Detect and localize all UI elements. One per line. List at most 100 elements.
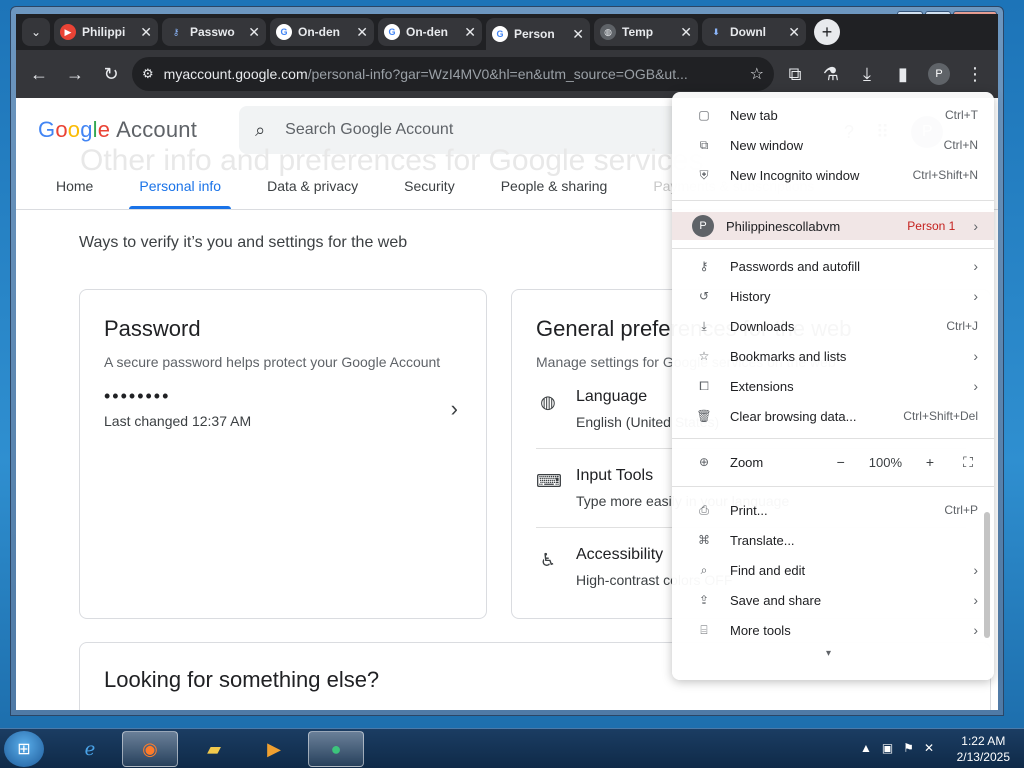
zoom-in-button[interactable]: +	[920, 454, 940, 470]
close-tab-icon[interactable]: ✕	[464, 24, 476, 41]
tab-title: Person	[514, 27, 555, 41]
new-window-icon: ⧉	[699, 137, 709, 152]
password-dots: ••••••••	[104, 386, 171, 406]
menu-item-translate[interactable]: ⌘ Translate...	[672, 526, 994, 554]
bookmark-star-icon[interactable]: ☆	[750, 64, 764, 84]
taskbar-ie[interactable]: ℯ	[62, 731, 118, 767]
globe-icon: ◍	[600, 24, 616, 40]
forward-button[interactable]: →	[60, 59, 90, 89]
tab-youtube[interactable]: ▶ Philippi ✕	[54, 18, 158, 46]
password-card[interactable]: Password A secure password helps protect…	[79, 289, 487, 619]
fullscreen-icon[interactable]: ⛶	[958, 454, 978, 471]
menu-item-extensions[interactable]: ⧠ Extensions ›	[672, 372, 994, 400]
password-card-title: Password	[104, 316, 201, 341]
tray-expand-icon[interactable]: ▲	[860, 741, 872, 755]
menu-item-passwords[interactable]: ⚷ Passwords and autofill ›	[672, 252, 994, 280]
flask-icon: ⚗	[822, 63, 840, 84]
menu-item-print[interactable]: ⎙ Print... Ctrl+P	[672, 496, 994, 524]
chrome-menu-button[interactable]: ⋮	[960, 59, 990, 89]
side-panel-icon: ▮	[898, 63, 908, 84]
menu-item-more-tools[interactable]: ⌸ More tools ›	[672, 616, 994, 644]
menu-item-clear-data[interactable]: 🗑 Clear browsing data... Ctrl+Shift+Del	[672, 402, 994, 430]
zoom-icon: ⊕	[698, 455, 710, 469]
volume-muted-icon[interactable]: ✕	[924, 741, 934, 755]
profile-button[interactable]: P	[924, 59, 954, 89]
tab-strip: ⌄ ▶ Philippi ✕ ⚷ Passwo ✕ G On-den ✕ G O…	[16, 14, 998, 50]
nav-tab-people-sharing[interactable]: People & sharing	[485, 162, 624, 209]
nav-tab-security[interactable]: Security	[388, 162, 471, 209]
menu-item-incognito[interactable]: ⛨ New Incognito window Ctrl+Shift+N	[672, 161, 994, 189]
network-icon[interactable]: ▣	[882, 741, 893, 755]
tab-title: Temp	[622, 25, 654, 39]
translate-icon: ⌘	[698, 533, 710, 547]
tab-personal-info[interactable]: G Person ✕	[486, 18, 590, 50]
menu-scrollbar[interactable]	[984, 512, 990, 638]
save-icon: ⇪	[698, 593, 710, 607]
menu-separator	[672, 438, 994, 439]
menu-item-new-tab[interactable]: ▢ New tab Ctrl+T	[672, 101, 994, 129]
close-tab-icon[interactable]: ✕	[788, 24, 800, 41]
close-tab-icon[interactable]: ✕	[140, 24, 152, 41]
nav-tab-home[interactable]: Home	[40, 162, 109, 209]
nav-tab-personal-info[interactable]: Personal info	[123, 162, 237, 209]
windows-logo-icon: ⊞	[17, 741, 31, 758]
labs-button[interactable]: ⚗	[816, 59, 846, 89]
globe-icon: ◍	[540, 392, 556, 412]
taskbar-firefox[interactable]: ◉	[122, 731, 178, 767]
tab-on-demand-2[interactable]: G On-den ✕	[378, 18, 482, 46]
chevron-right-icon: ›	[973, 622, 978, 638]
accessibility-icon: ♿	[539, 550, 557, 570]
tab-title: Philippi	[82, 25, 126, 39]
tab-title: Downl	[730, 25, 766, 39]
menu-item-find-edit[interactable]: ⌕ Find and edit ›	[672, 556, 994, 584]
internet-explorer-icon: ℯ	[84, 738, 96, 759]
reload-button[interactable]: ↻	[96, 59, 126, 89]
address-bar[interactable]: ⚙ myaccount.google.com/personal-info?gar…	[132, 57, 774, 91]
arrow-left-icon: ←	[30, 63, 48, 84]
downloads-button[interactable]: ⤓	[852, 59, 882, 89]
menu-scroll-down-icon[interactable]: ▾	[826, 648, 831, 659]
media-player-icon: ▶	[267, 738, 281, 759]
close-tab-icon[interactable]: ✕	[356, 24, 368, 41]
section-subtitle: Ways to verify it’s you and settings for…	[79, 234, 408, 251]
puzzle-icon: ⧠	[699, 378, 709, 393]
tab-downloads[interactable]: ⬇ Downl ✕	[702, 18, 806, 46]
tab-search-button[interactable]: ⌄	[22, 18, 50, 46]
side-panel-button[interactable]: ▮	[888, 59, 918, 89]
menu-item-save-share[interactable]: ⇪ Save and share ›	[672, 586, 994, 614]
tab-temp[interactable]: ◍ Temp ✕	[594, 18, 698, 46]
taskbar-clock[interactable]: 1:22 AM 2/13/2025	[957, 733, 1010, 765]
tab-passwords[interactable]: ⚷ Passwo ✕	[162, 18, 266, 46]
taskbar-explorer[interactable]: ▰	[186, 731, 242, 767]
flag-icon[interactable]: ⚑	[903, 741, 914, 755]
menu-item-history[interactable]: ↺ History ›	[672, 282, 994, 310]
zoom-out-button[interactable]: −	[831, 454, 851, 470]
incognito-icon: ⛨	[699, 167, 709, 182]
taskbar: ⊞ ℯ ◉ ▰ ▶ ● ▲ ▣ ⚑ ✕ 1:22 AM 2/13/2025	[0, 728, 1024, 768]
menu-item-profile[interactable]: P Philippinescollabvm Person 1 ›	[672, 212, 994, 240]
menu-item-bookmarks[interactable]: ☆ Bookmarks and lists ›	[672, 342, 994, 370]
back-button[interactable]: ←	[24, 59, 54, 89]
extensions-button[interactable]: ⧉	[780, 59, 810, 89]
site-settings-icon[interactable]: ⚙	[142, 66, 154, 82]
chevron-right-icon[interactable]: ›	[451, 396, 458, 422]
google-icon: G	[276, 24, 292, 40]
tab-on-demand-1[interactable]: G On-den ✕	[270, 18, 374, 46]
download-icon: ⬇	[712, 26, 720, 37]
menu-item-downloads[interactable]: ⤓ Downloads Ctrl+J	[672, 312, 994, 340]
nav-tab-data-privacy[interactable]: Data & privacy	[251, 162, 374, 209]
download-icon: ⤓	[863, 63, 871, 84]
password-last-changed: Last changed 12:37 AM	[104, 413, 252, 429]
arrow-right-icon: →	[66, 63, 84, 84]
new-tab-button[interactable]: +	[814, 19, 840, 45]
profile-avatar: P	[692, 215, 714, 237]
tab-title: On-den	[406, 25, 448, 39]
close-tab-icon[interactable]: ✕	[680, 24, 692, 41]
menu-item-new-window[interactable]: ⧉ New window Ctrl+N	[672, 131, 994, 159]
start-button[interactable]: ⊞	[4, 731, 44, 767]
close-tab-icon[interactable]: ✕	[572, 26, 584, 43]
close-tab-icon[interactable]: ✕	[248, 24, 260, 41]
taskbar-media[interactable]: ▶	[246, 731, 302, 767]
taskbar-chrome[interactable]: ●	[308, 731, 364, 767]
google-account-logo[interactable]: Google Account	[38, 117, 197, 143]
